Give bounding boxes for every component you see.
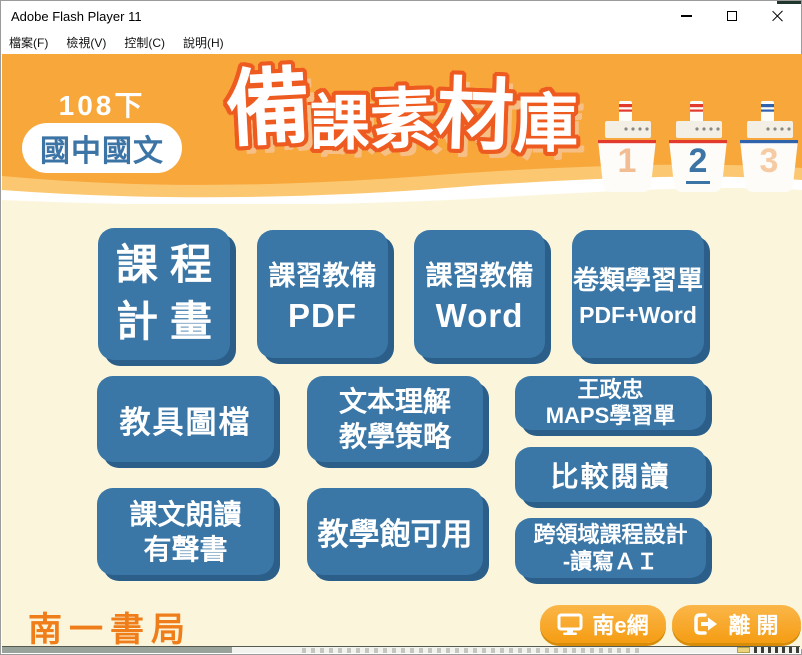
desktop-background-corner xyxy=(777,1,801,4)
title-char: 素 xyxy=(369,85,437,153)
background-window-fragment xyxy=(302,648,642,653)
tile-label: 教具圖檔 xyxy=(120,397,252,442)
boat-number: 1 xyxy=(595,144,659,178)
volume-selector: 1 2 xyxy=(595,97,801,194)
tile-label: -讀寫ＡＩ xyxy=(563,548,658,576)
background-window-fragment xyxy=(754,647,802,653)
tile-label: 王政忠 xyxy=(577,377,643,403)
window-controls xyxy=(663,1,801,31)
tile-teaching-aids-images[interactable]: 教具圖檔 xyxy=(97,376,274,462)
close-button[interactable] xyxy=(755,1,801,31)
nan-e-web-label: 南e網 xyxy=(592,608,648,640)
boat-number: 3 xyxy=(737,144,801,178)
title-char: 課 xyxy=(310,94,370,154)
menu-file[interactable]: 檔案(F) xyxy=(1,34,57,51)
tile-worksheets-pdf-word[interactable]: 卷類學習單 PDF+Word xyxy=(572,230,704,358)
tile-label: 文本理解 xyxy=(339,384,451,419)
tile-text-audio-book[interactable]: 課文朗讀 有聲書 xyxy=(97,488,274,575)
tile-label: Word xyxy=(436,297,524,335)
tile-label: 課文朗讀 xyxy=(129,497,241,532)
boat-volume-3[interactable]: 3 xyxy=(737,97,801,194)
boat-volume-1[interactable]: 1 xyxy=(595,97,659,194)
tile-label: 跨領域課程設計 xyxy=(533,521,687,549)
page-title: 備 課 素 材 庫 xyxy=(198,66,606,156)
tile-label: 有聲書 xyxy=(143,532,227,567)
background-window-fragment xyxy=(737,647,750,653)
background-window-sliver xyxy=(2,646,800,653)
menubar: 檔案(F) 檢視(V) 控制(C) 說明(H) xyxy=(1,31,801,54)
exit-button[interactable]: 離 開 xyxy=(672,605,801,643)
tile-label: 課習教備 xyxy=(269,254,377,293)
tile-materials-pdf[interactable]: 課習教備 PDF xyxy=(257,230,388,358)
menu-help[interactable]: 說明(H) xyxy=(174,34,233,51)
close-icon xyxy=(772,10,784,22)
flash-stage: 108下 國中國文 備 課 素 材 庫 xyxy=(2,54,802,649)
minimize-button[interactable] xyxy=(663,1,709,31)
title-char: 材 xyxy=(435,75,516,156)
tile-label: 教學飽可用 xyxy=(318,509,473,554)
tile-label: PDF xyxy=(288,297,357,335)
title-char: 備 xyxy=(224,64,312,152)
tile-comparative-reading[interactable]: 比較閱讀 xyxy=(515,447,706,502)
tile-teaching-pack[interactable]: 教學飽可用 xyxy=(307,488,483,575)
maximize-button[interactable] xyxy=(709,1,755,31)
term-label: 108下 xyxy=(22,84,182,124)
tile-label: 卷類學習單 xyxy=(573,260,703,297)
tile-label: PDF+Word xyxy=(579,302,697,329)
boat-volume-2-selected[interactable]: 2 xyxy=(666,97,730,194)
nan-e-web-button[interactable]: 南e網 xyxy=(540,605,666,643)
monitor-icon xyxy=(557,613,583,636)
publisher-logo: 南一書局 xyxy=(28,602,192,649)
window-title: Adobe Flash Player 11 xyxy=(11,9,142,24)
minimize-icon xyxy=(681,15,692,17)
tile-text-comprehension-strategy[interactable]: 文本理解 教學策略 xyxy=(307,376,483,462)
tile-label: 比較閱讀 xyxy=(550,455,670,495)
title-char: 庫 xyxy=(514,92,578,156)
tile-cross-domain-reading-writing-ai[interactable]: 跨領域課程設計 -讀寫ＡＩ xyxy=(515,518,706,578)
background-window-fragment xyxy=(2,647,232,653)
boat-number: 2 xyxy=(666,144,730,178)
tile-label: 課習教備 xyxy=(426,254,534,293)
flash-player-window: Adobe Flash Player 11 檔案(F) 檢視(V) 控制(C) … xyxy=(0,0,802,655)
tile-materials-word[interactable]: 課習教備 Word xyxy=(414,230,545,358)
titlebar: Adobe Flash Player 11 xyxy=(1,1,801,31)
menu-view[interactable]: 檢視(V) xyxy=(57,34,115,51)
exit-label: 離 開 xyxy=(728,608,778,640)
tile-label: 計畫 xyxy=(116,294,224,351)
subject-label: 國中國文 xyxy=(40,126,164,170)
tile-label: MAPS學習單 xyxy=(546,403,676,429)
exit-icon xyxy=(694,613,719,635)
subject-badge: 國中國文 xyxy=(22,123,182,173)
maximize-icon xyxy=(727,11,737,21)
tile-course-plan[interactable]: 課程 計畫 xyxy=(98,228,230,360)
tile-label: 教學策略 xyxy=(339,419,451,454)
menu-control[interactable]: 控制(C) xyxy=(115,34,174,51)
tile-maps-worksheet[interactable]: 王政忠 MAPS學習單 xyxy=(515,376,706,430)
tile-label: 課程 xyxy=(116,237,224,294)
